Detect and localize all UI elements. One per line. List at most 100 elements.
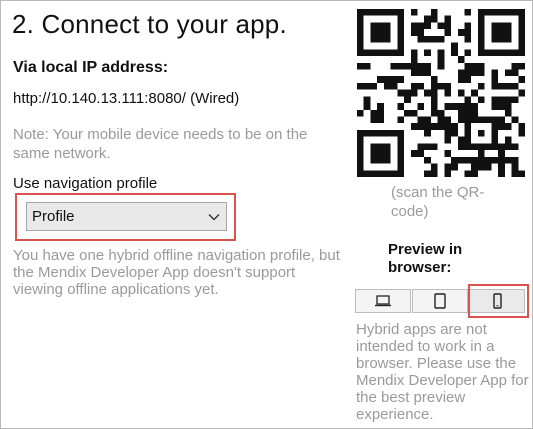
qr-module [370, 129, 378, 137]
qr-module [383, 150, 391, 157]
qr-module [377, 35, 384, 43]
qr-module [377, 170, 384, 177]
qr-module [383, 143, 391, 151]
qr-module [498, 49, 505, 57]
qr-module [410, 62, 418, 70]
qr-module [471, 163, 478, 171]
qr-module [471, 103, 478, 110]
qr-module [457, 76, 465, 83]
qr-module [498, 156, 505, 164]
qr-module [491, 156, 499, 164]
qr-module [377, 9, 384, 16]
qr-module [383, 49, 391, 57]
qr-module [417, 62, 425, 70]
qr-module [444, 29, 452, 36]
qr-module [471, 143, 478, 151]
qr-module [477, 29, 485, 36]
qr-module [363, 96, 371, 104]
qr-module [484, 49, 492, 57]
local-ip-url[interactable]: http://10.140.13.111:8080/ (Wired) [13, 90, 239, 107]
qr-module [430, 103, 438, 110]
qr-module [518, 22, 525, 30]
qr-module [504, 69, 512, 77]
qr-module [477, 82, 485, 90]
qr-module [377, 76, 384, 83]
laptop-icon [375, 295, 391, 307]
preview-desktop-button[interactable] [355, 289, 411, 313]
qr-module [410, 69, 418, 77]
qr-module [511, 163, 519, 171]
qr-module [357, 82, 364, 90]
qr-module [410, 89, 418, 97]
qr-module [464, 62, 472, 70]
qr-module [397, 42, 405, 50]
qr-module [437, 109, 445, 117]
qr-module [390, 76, 398, 83]
qr-module [424, 35, 431, 43]
qr-module [477, 15, 485, 23]
qr-module [484, 143, 492, 151]
qr-module [437, 22, 445, 30]
qr-module [471, 109, 478, 117]
qr-module [498, 29, 505, 36]
qr-module [410, 56, 418, 63]
qr-module [357, 150, 364, 157]
qr-module [511, 143, 519, 151]
qr-module [430, 170, 438, 177]
qr-module [457, 69, 465, 77]
qr-module [477, 156, 485, 164]
qr-module [383, 82, 391, 90]
qr-module [424, 170, 431, 177]
qr-module [504, 82, 512, 90]
qr-module [477, 116, 485, 124]
qr-module [437, 62, 445, 70]
qr-module [437, 56, 445, 63]
qr-module [464, 109, 472, 117]
qr-module [410, 22, 418, 30]
qr-module [383, 170, 391, 177]
qr-module [464, 29, 472, 36]
qr-module [457, 116, 465, 124]
qr-module [357, 136, 364, 144]
qr-module [397, 156, 405, 164]
qr-module [464, 96, 472, 104]
qr-module [430, 76, 438, 83]
qr-module [390, 82, 398, 90]
qr-module [477, 96, 485, 104]
qr-module [424, 143, 431, 151]
qr-module [464, 143, 472, 151]
qr-module [451, 163, 458, 171]
qr-module [430, 9, 438, 16]
qr-module [417, 22, 425, 30]
qr-module [383, 76, 391, 83]
navigation-profile-select[interactable]: Profile [26, 202, 227, 231]
qr-module [477, 42, 485, 50]
qr-module [457, 89, 465, 97]
qr-module [491, 123, 499, 130]
qr-module [444, 150, 452, 157]
qr-module [457, 143, 465, 151]
qr-module [417, 143, 425, 151]
qr-module [498, 96, 505, 104]
qr-module [430, 109, 438, 117]
qr-module [397, 35, 405, 43]
qr-module [370, 109, 378, 117]
qr-module [357, 156, 364, 164]
qr-module [464, 170, 472, 177]
qr-module [504, 156, 512, 164]
qr-module [397, 129, 405, 137]
qr-module [397, 76, 405, 83]
qr-module [410, 123, 418, 130]
qr-module [397, 89, 405, 97]
qr-module [397, 150, 405, 157]
preview-tablet-button[interactable] [412, 289, 468, 313]
qr-module [424, 123, 431, 130]
browser-preview-note: Hybrid apps are not intended to work in … [356, 321, 529, 423]
qr-module [498, 9, 505, 16]
qr-module [457, 103, 465, 110]
qr-module [437, 123, 445, 130]
qr-module [383, 22, 391, 30]
qr-caption: (scan the QR-code) [391, 184, 485, 220]
qr-module [377, 116, 384, 124]
qr-module [518, 42, 525, 50]
